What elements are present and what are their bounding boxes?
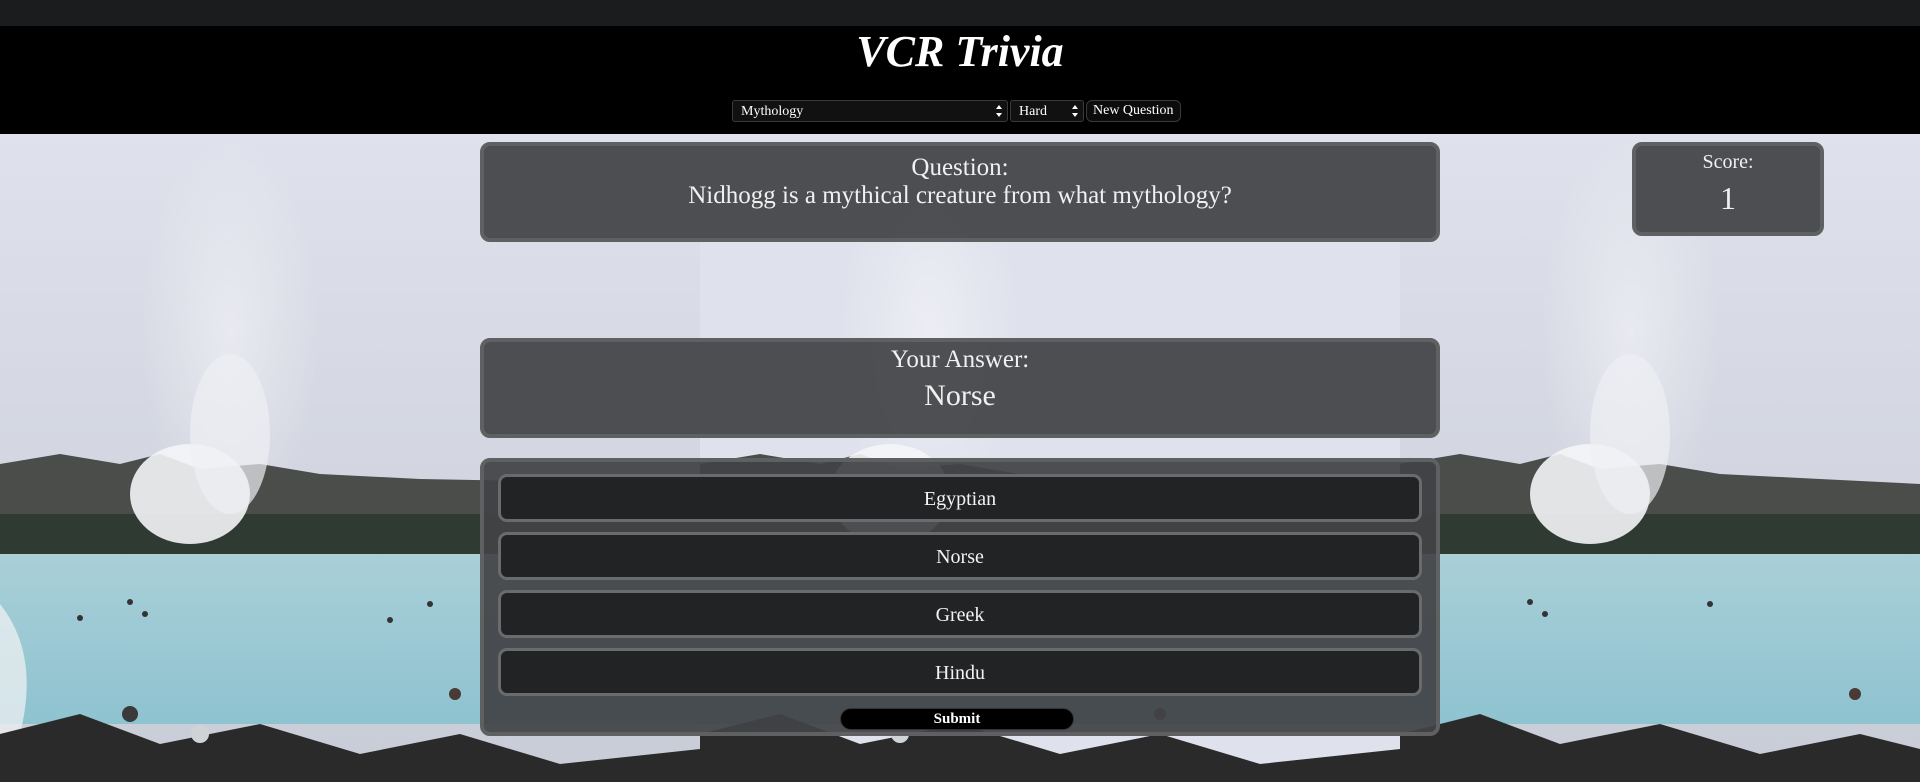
- question-text: Nidhogg is a mythical creature from what…: [688, 182, 1232, 209]
- score-panel: Score: 1: [1632, 142, 1824, 236]
- category-value: Mythology: [741, 104, 804, 119]
- browser-top-strip: [0, 0, 1920, 26]
- difficulty-select[interactable]: Hard: [1010, 100, 1084, 122]
- choice-button[interactable]: Norse: [498, 532, 1422, 580]
- question-panel: Question: Nidhogg is a mythical creature…: [480, 142, 1440, 242]
- updown-arrows-icon: [1072, 105, 1078, 117]
- app-title: VCR Trivia: [856, 27, 1064, 76]
- new-question-button[interactable]: New Question: [1086, 100, 1181, 122]
- answer-label: Your Answer:: [890, 346, 1030, 373]
- answer-panel: Your Answer: Norse: [480, 338, 1440, 438]
- choice-button[interactable]: Egyptian: [498, 474, 1422, 522]
- header: VCR Trivia Mythology Hard New Question: [0, 26, 1920, 134]
- question-label: Question:: [911, 154, 1009, 181]
- submit-button[interactable]: Submit: [840, 708, 1074, 730]
- category-select[interactable]: Mythology: [732, 100, 1008, 122]
- controls-bar: Mythology Hard New Question: [732, 100, 1181, 124]
- updown-arrows-icon: [996, 105, 1002, 117]
- answer-value: Norse: [924, 379, 996, 412]
- score-value: 1: [1720, 180, 1736, 216]
- choice-button[interactable]: Greek: [498, 590, 1422, 638]
- difficulty-value: Hard: [1019, 104, 1047, 119]
- score-label: Score:: [1702, 151, 1754, 173]
- choice-button[interactable]: Hindu: [498, 648, 1422, 696]
- choices-panel: Egyptian Norse Greek Hindu Submit: [480, 458, 1440, 736]
